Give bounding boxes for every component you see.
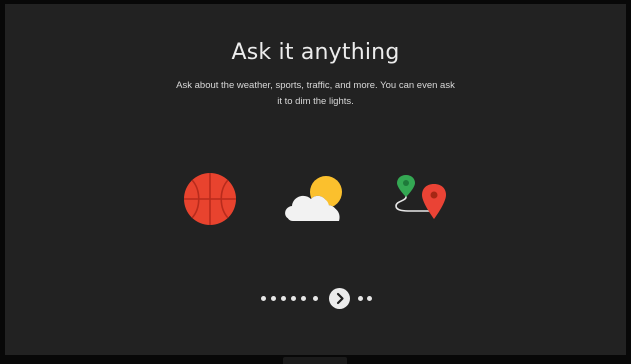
chevron-right-icon [336,292,344,305]
page-dot [358,296,363,301]
page-dot [281,296,286,301]
tv-screen: Ask it anything Ask about the weather, s… [5,4,626,355]
page-indicator [259,287,379,309]
page-dot [261,296,266,301]
page-title: Ask it anything [231,40,400,65]
basketball-icon [183,172,237,226]
next-button[interactable] [329,288,350,309]
page-dot [367,296,372,301]
weather-icon [283,175,347,223]
tv-frame: Ask it anything Ask about the weather, s… [0,0,631,364]
page-dot [291,296,296,301]
tv-stand [283,357,347,364]
page-subtitle: Ask about the weather, sports, traffic, … [176,80,455,107]
map-directions-icon [391,175,455,225]
page-dot [313,296,318,301]
page-dot [301,296,306,301]
page-dot [271,296,276,301]
